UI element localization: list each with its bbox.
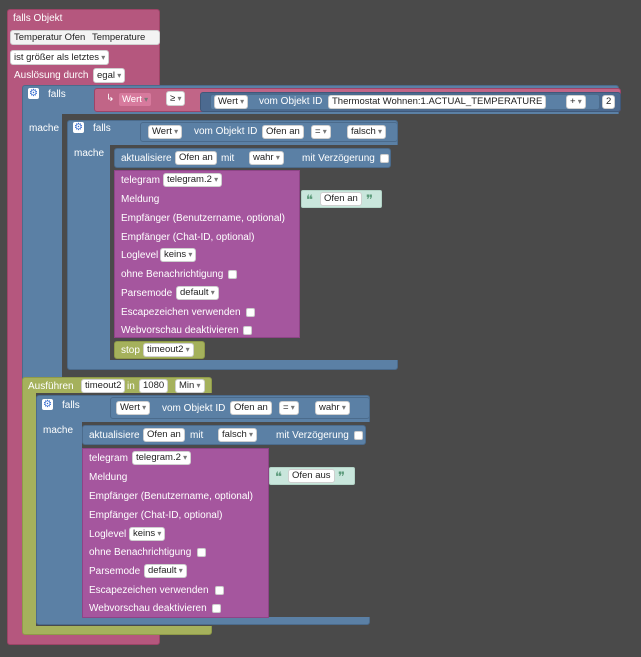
- parsemode-dropdown[interactable]: default: [144, 564, 187, 578]
- no-preview-label: Webvorschau deaktivieren: [89, 603, 207, 614]
- condition-dropdown[interactable]: ist größer als letztes: [10, 50, 110, 65]
- math-op-dropdown[interactable]: +: [566, 95, 586, 109]
- exec-unit-dropdown[interactable]: Min: [175, 379, 205, 393]
- event-title: falls Objekt: [13, 13, 63, 24]
- telegram-label: telegram: [121, 175, 160, 186]
- stop-timeout-dropdown[interactable]: timeout2: [143, 343, 194, 357]
- if2-value-dropdown[interactable]: falsch: [347, 125, 387, 139]
- update-mit-label: mit: [221, 153, 235, 164]
- event-object-name: Temperatur Ofen: [14, 32, 86, 43]
- loglevel-dropdown[interactable]: keins: [129, 527, 166, 541]
- update-object-field[interactable]: Ofen an: [143, 428, 185, 442]
- no-notify-checkbox[interactable]: [197, 548, 206, 557]
- recipient-user-label: Empfänger (Benutzername, optional): [121, 213, 285, 224]
- parsemode-label: Parsemode: [121, 288, 173, 299]
- trigger-label: Auslösung durch: [14, 70, 89, 81]
- gear-icon[interactable]: ⚙: [42, 399, 53, 410]
- update-value-dropdown[interactable]: wahr: [249, 151, 284, 165]
- update-object-field[interactable]: Ofen an: [175, 151, 217, 165]
- quote-open-icon: ❝: [275, 469, 282, 484]
- trigger-dropdown[interactable]: egal: [93, 68, 126, 83]
- if2-vom-objekt-id-label: vom Objekt ID: [194, 126, 258, 137]
- exec-label: Ausführen: [28, 381, 74, 392]
- vom-objekt-id-label: vom Objekt ID: [259, 96, 323, 107]
- exec-amount-field[interactable]: 1080: [139, 379, 169, 393]
- update-mit-label: mit: [190, 430, 204, 441]
- telegram-instance-dropdown[interactable]: telegram.2: [163, 173, 223, 187]
- escape-checkbox[interactable]: [215, 586, 224, 595]
- if3-mache-label: mache: [43, 425, 74, 436]
- escape-label: Escapezeichen verwenden: [121, 307, 241, 318]
- parsemode-dropdown[interactable]: default: [176, 286, 219, 300]
- if2-op-dropdown[interactable]: =: [311, 125, 331, 139]
- var-arrow-icon: ↳: [106, 93, 115, 104]
- if3-op-dropdown[interactable]: =: [279, 401, 299, 415]
- var-dropdown[interactable]: Wert: [118, 92, 153, 107]
- loglevel-dropdown[interactable]: keins: [160, 248, 197, 262]
- escape-label: Escapezeichen verwenden: [89, 585, 209, 596]
- no-notify-checkbox[interactable]: [228, 270, 237, 279]
- no-notify-label: ohne Benachrichtigung: [121, 269, 224, 280]
- if2-falls-label: falls: [93, 123, 111, 134]
- update-delay-label: mit Verzögerung: [302, 153, 375, 164]
- if2-get-dropdown[interactable]: Wert: [148, 125, 183, 139]
- if2-object-field[interactable]: Ofen an: [262, 125, 304, 139]
- if1-falls-label: falls: [48, 89, 66, 100]
- loglevel-label: Loglevel: [89, 529, 127, 540]
- parsemode-label: Parsemode: [89, 566, 141, 577]
- no-notify-label: ohne Benachrichtigung: [89, 547, 192, 558]
- get-value-dropdown[interactable]: Wert: [214, 95, 249, 109]
- exec-timeout-field[interactable]: timeout2: [81, 379, 126, 393]
- if3-object-field[interactable]: Ofen an: [230, 401, 272, 415]
- message-field[interactable]: Ofen aus: [288, 469, 335, 483]
- exec-in-label: in: [127, 381, 135, 392]
- object-id-field[interactable]: Thermostat Wohnen:1.ACTUAL_TEMPERATURE: [328, 95, 547, 109]
- update-delay-label: mit Verzögerung: [276, 430, 349, 441]
- delay-checkbox[interactable]: [354, 431, 363, 440]
- update-value-dropdown[interactable]: falsch: [218, 428, 258, 442]
- loglevel-label: Loglevel: [121, 250, 159, 261]
- recipient-user-label: Empfänger (Benutzername, optional): [89, 491, 253, 502]
- message-field[interactable]: Ofen an: [320, 192, 362, 206]
- gear-icon[interactable]: ⚙: [28, 88, 39, 99]
- quote-open-icon: ❝: [306, 192, 313, 207]
- recipient-chat-label: Empfänger (Chat-ID, optional): [89, 510, 223, 521]
- telegram-instance-dropdown[interactable]: telegram.2: [132, 451, 192, 465]
- escape-checkbox[interactable]: [246, 308, 255, 317]
- meldung-label: Meldung: [121, 194, 160, 205]
- event-object-field[interactable]: Temperatur Ofen Temperature: [10, 30, 160, 45]
- if1-mache-label: mache: [29, 123, 60, 134]
- if3-value-dropdown[interactable]: wahr: [315, 401, 350, 415]
- recipient-chat-label: Empfänger (Chat-ID, optional): [121, 232, 255, 243]
- no-preview-checkbox[interactable]: [212, 604, 221, 613]
- gear-icon[interactable]: ⚙: [73, 122, 84, 133]
- if2-mache-label: mache: [74, 148, 105, 159]
- if3-falls-label: falls: [62, 400, 80, 411]
- quote-close-icon: ❞: [338, 469, 345, 484]
- telegram-label: telegram: [89, 453, 128, 464]
- no-preview-checkbox[interactable]: [243, 326, 252, 335]
- delay-checkbox[interactable]: [380, 154, 389, 163]
- stop-label: stop: [121, 345, 140, 356]
- quote-close-icon: ❞: [366, 192, 373, 207]
- meldung-label: Meldung: [89, 472, 128, 483]
- if3-get-dropdown[interactable]: Wert: [116, 401, 151, 415]
- no-preview-label: Webvorschau deaktivieren: [121, 325, 239, 336]
- if3-vom-objekt-id-label: vom Objekt ID: [162, 403, 226, 414]
- number-field[interactable]: 2: [602, 95, 616, 109]
- update-label: aktualisiere: [121, 153, 172, 164]
- event-object-type: Temperature: [91, 32, 146, 43]
- compare-op-dropdown[interactable]: ≥: [166, 91, 186, 106]
- update-label: aktualisiere: [89, 430, 140, 441]
